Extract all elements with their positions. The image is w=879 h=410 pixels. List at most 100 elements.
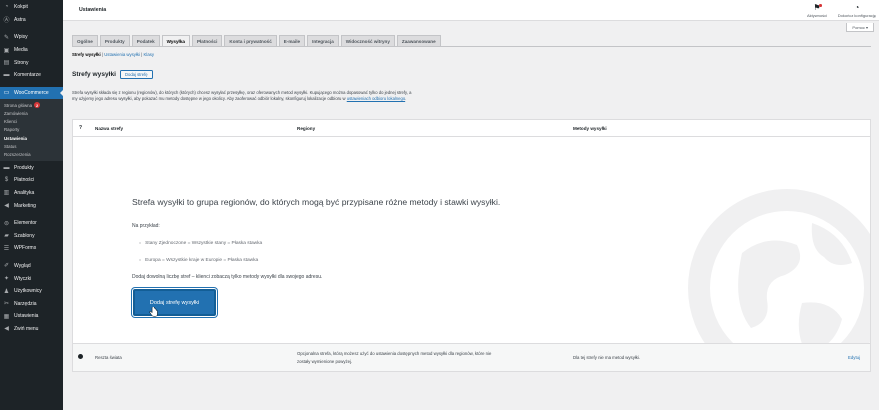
col-zone-name: Nazwa strefy: [95, 126, 124, 131]
menu-szablony[interactable]: ▰ Szablony: [0, 229, 63, 242]
menu-label: Marketing: [14, 202, 36, 209]
menu-label: Wpisy: [14, 34, 28, 41]
menu-narzedzia[interactable]: ✂ Narzędzia: [0, 297, 63, 310]
menu-label: Ustawienia: [14, 313, 39, 320]
menu-ustawienia[interactable]: ▦ Ustawienia: [0, 310, 63, 323]
example-item: Stany Zjednoczone = Wszystkie stany = Pł…: [139, 241, 262, 246]
tab-platnosci[interactable]: Płatności: [191, 35, 223, 46]
menu-komentarze[interactable]: ▬ Komentarze: [0, 69, 63, 82]
menu-wyglad[interactable]: ✐ Wygląd: [0, 260, 63, 273]
menu-platnosci[interactable]: $ Płatności: [0, 174, 63, 187]
col-regions: Regiony: [297, 126, 316, 131]
tab-widocznosc[interactable]: Widoczność witryny: [340, 35, 395, 46]
menu-wpisy[interactable]: ✎ Wpisy: [0, 31, 63, 44]
tab-produkty[interactable]: Produkty: [99, 35, 130, 46]
menu-produkty[interactable]: ▬ Produkty: [0, 161, 63, 174]
description-end: .: [405, 96, 407, 102]
settings-icon: ▦: [3, 313, 10, 320]
globe-icon: [688, 189, 870, 343]
flag-icon: ⚑: [813, 3, 822, 12]
wpforms-icon: ☰: [3, 245, 10, 252]
tab-zaawansowane[interactable]: Zaawansowane: [396, 35, 441, 46]
submenu-rozszerzenia[interactable]: Rozszerzenia: [0, 150, 63, 158]
pin-icon: ✎: [3, 34, 10, 41]
page-title: Ustawienia: [79, 7, 107, 13]
submenu-zamowienia[interactable]: Zamówienia: [0, 109, 63, 117]
example-item: Europa = Wszystkie kraje w Europie = Pła…: [139, 258, 258, 263]
tab-ogolne[interactable]: Ogólne: [72, 35, 98, 46]
add-zone-button-small[interactable]: Dodaj strefę: [119, 70, 153, 79]
menu-elementor[interactable]: ⊜ Elementor: [0, 217, 63, 230]
tab-integracja[interactable]: Integracja: [307, 35, 339, 46]
tab-wysylka[interactable]: Wysyłka: [161, 35, 190, 46]
content-footer: [63, 380, 879, 410]
edit-link[interactable]: Edytuj: [848, 355, 860, 360]
local-pickup-link[interactable]: ustawieniach odbioru lokalnego: [347, 96, 405, 101]
pages-icon: ▤: [3, 60, 10, 67]
blank-note: Dodaj dowolną liczbę stref – klienci zob…: [132, 274, 323, 280]
menu-strony[interactable]: ▤ Strony: [0, 56, 63, 69]
table-header: ? Nazwa strefy Regiony Metody wysyłki: [73, 120, 870, 137]
rest-regions-line2: zostały wymienione powyżej.: [297, 359, 353, 364]
section-title: Strefy wysyłki: [72, 71, 116, 78]
menu-label: Kokpit: [14, 4, 28, 11]
appearance-icon: ✐: [3, 263, 10, 270]
rest-regions-line1: Opcjonalna strefa, którą możesz użyć do …: [297, 351, 492, 356]
menu-marketing[interactable]: ◀ Marketing: [0, 199, 63, 212]
products-icon: ▬: [3, 164, 10, 171]
menu-label: Astra: [14, 16, 26, 23]
menu-label: Strony: [14, 59, 29, 66]
tab-emaile[interactable]: E-maile: [278, 35, 306, 46]
media-icon: ▣: [3, 47, 10, 54]
tab-podatek[interactable]: Podatek: [131, 35, 160, 46]
submenu-klienci[interactable]: Klienci: [0, 118, 63, 126]
menu-wpforms[interactable]: ☰ WPForms: [0, 242, 63, 255]
rest-of-world-row: Reszta świata Opcjonalna strefa, którą m…: [73, 343, 870, 371]
setup-button[interactable]: ◔ Dokończ konfigurację: [838, 3, 876, 18]
submenu-status[interactable]: Status: [0, 142, 63, 150]
menu-analityka[interactable]: ▥ Analityka: [0, 187, 63, 200]
menu-label: Analityka: [14, 189, 35, 196]
menu-label: Narzędzia: [14, 300, 37, 307]
menu-label: Komentarze: [14, 72, 41, 79]
menu-wtyczki[interactable]: ✦ Wtyczki: [0, 272, 63, 285]
analytics-icon: ▥: [3, 190, 10, 197]
submenu-label: Strona główna: [4, 102, 33, 108]
payments-icon: $: [4, 177, 9, 184]
menu-uzytkownicy[interactable]: ♟ Użytkownicy: [0, 285, 63, 298]
subsub-link-settings[interactable]: Ustawienia wysyłki: [104, 52, 140, 57]
help-button[interactable]: Pomoc ▾: [846, 23, 874, 32]
submenu-raporty[interactable]: Raporty: [0, 126, 63, 134]
menu-label: Elementor: [14, 220, 37, 227]
menu-astra[interactable]: Ⓐ Astra: [0, 14, 63, 27]
collapse-icon: ◀: [4, 326, 9, 333]
menu-label: WPForms: [14, 245, 37, 252]
notification-dot: [819, 4, 822, 7]
woocommerce-icon: ▭: [3, 90, 10, 97]
example-label: Na przykład:: [132, 223, 160, 229]
add-shipping-zone-button[interactable]: Dodaj strefę wysyłki: [133, 289, 216, 316]
users-icon: ♟: [3, 288, 10, 295]
hand-cursor-icon: [149, 307, 158, 317]
dashboard-icon: ◔: [4, 4, 9, 11]
tab-konta[interactable]: Konta i prywatność: [224, 35, 277, 46]
submenu-ustawienia[interactable]: Ustawienia: [0, 134, 63, 142]
menu-media[interactable]: ▣ Media: [0, 44, 63, 57]
woo-header: Ustawienia ⚑ Aktywności ◔ Dokończ konfig…: [63, 0, 879, 21]
astra-icon: Ⓐ: [3, 18, 10, 25]
submenu-strona-glowna[interactable]: Strona główna 2: [0, 101, 63, 109]
section-description: Strefa wysyłki składa się z regionu (reg…: [72, 90, 412, 102]
setup-label: Dokończ konfigurację: [837, 13, 876, 18]
plugins-icon: ✦: [3, 276, 10, 283]
menu-woocommerce[interactable]: ▭ WooCommerce: [0, 86, 63, 100]
section-heading: Strefy wysyłki Dodaj strefę: [72, 70, 153, 79]
menu-label: Zwiń menu: [14, 325, 39, 332]
menu-kokpit[interactable]: ◔ Kokpit: [0, 1, 63, 14]
menu-label: Wygląd: [14, 262, 31, 269]
rest-zone-name: Reszta świata: [95, 355, 122, 360]
subsub-link-classes[interactable]: Klasy: [144, 52, 155, 57]
tabs-divider: [72, 46, 871, 47]
menu-zwin[interactable]: ◀ Zwiń menu: [0, 323, 63, 336]
help-icon[interactable]: ?: [79, 125, 82, 131]
activity-button[interactable]: ⚑ Aktywności: [807, 3, 827, 18]
